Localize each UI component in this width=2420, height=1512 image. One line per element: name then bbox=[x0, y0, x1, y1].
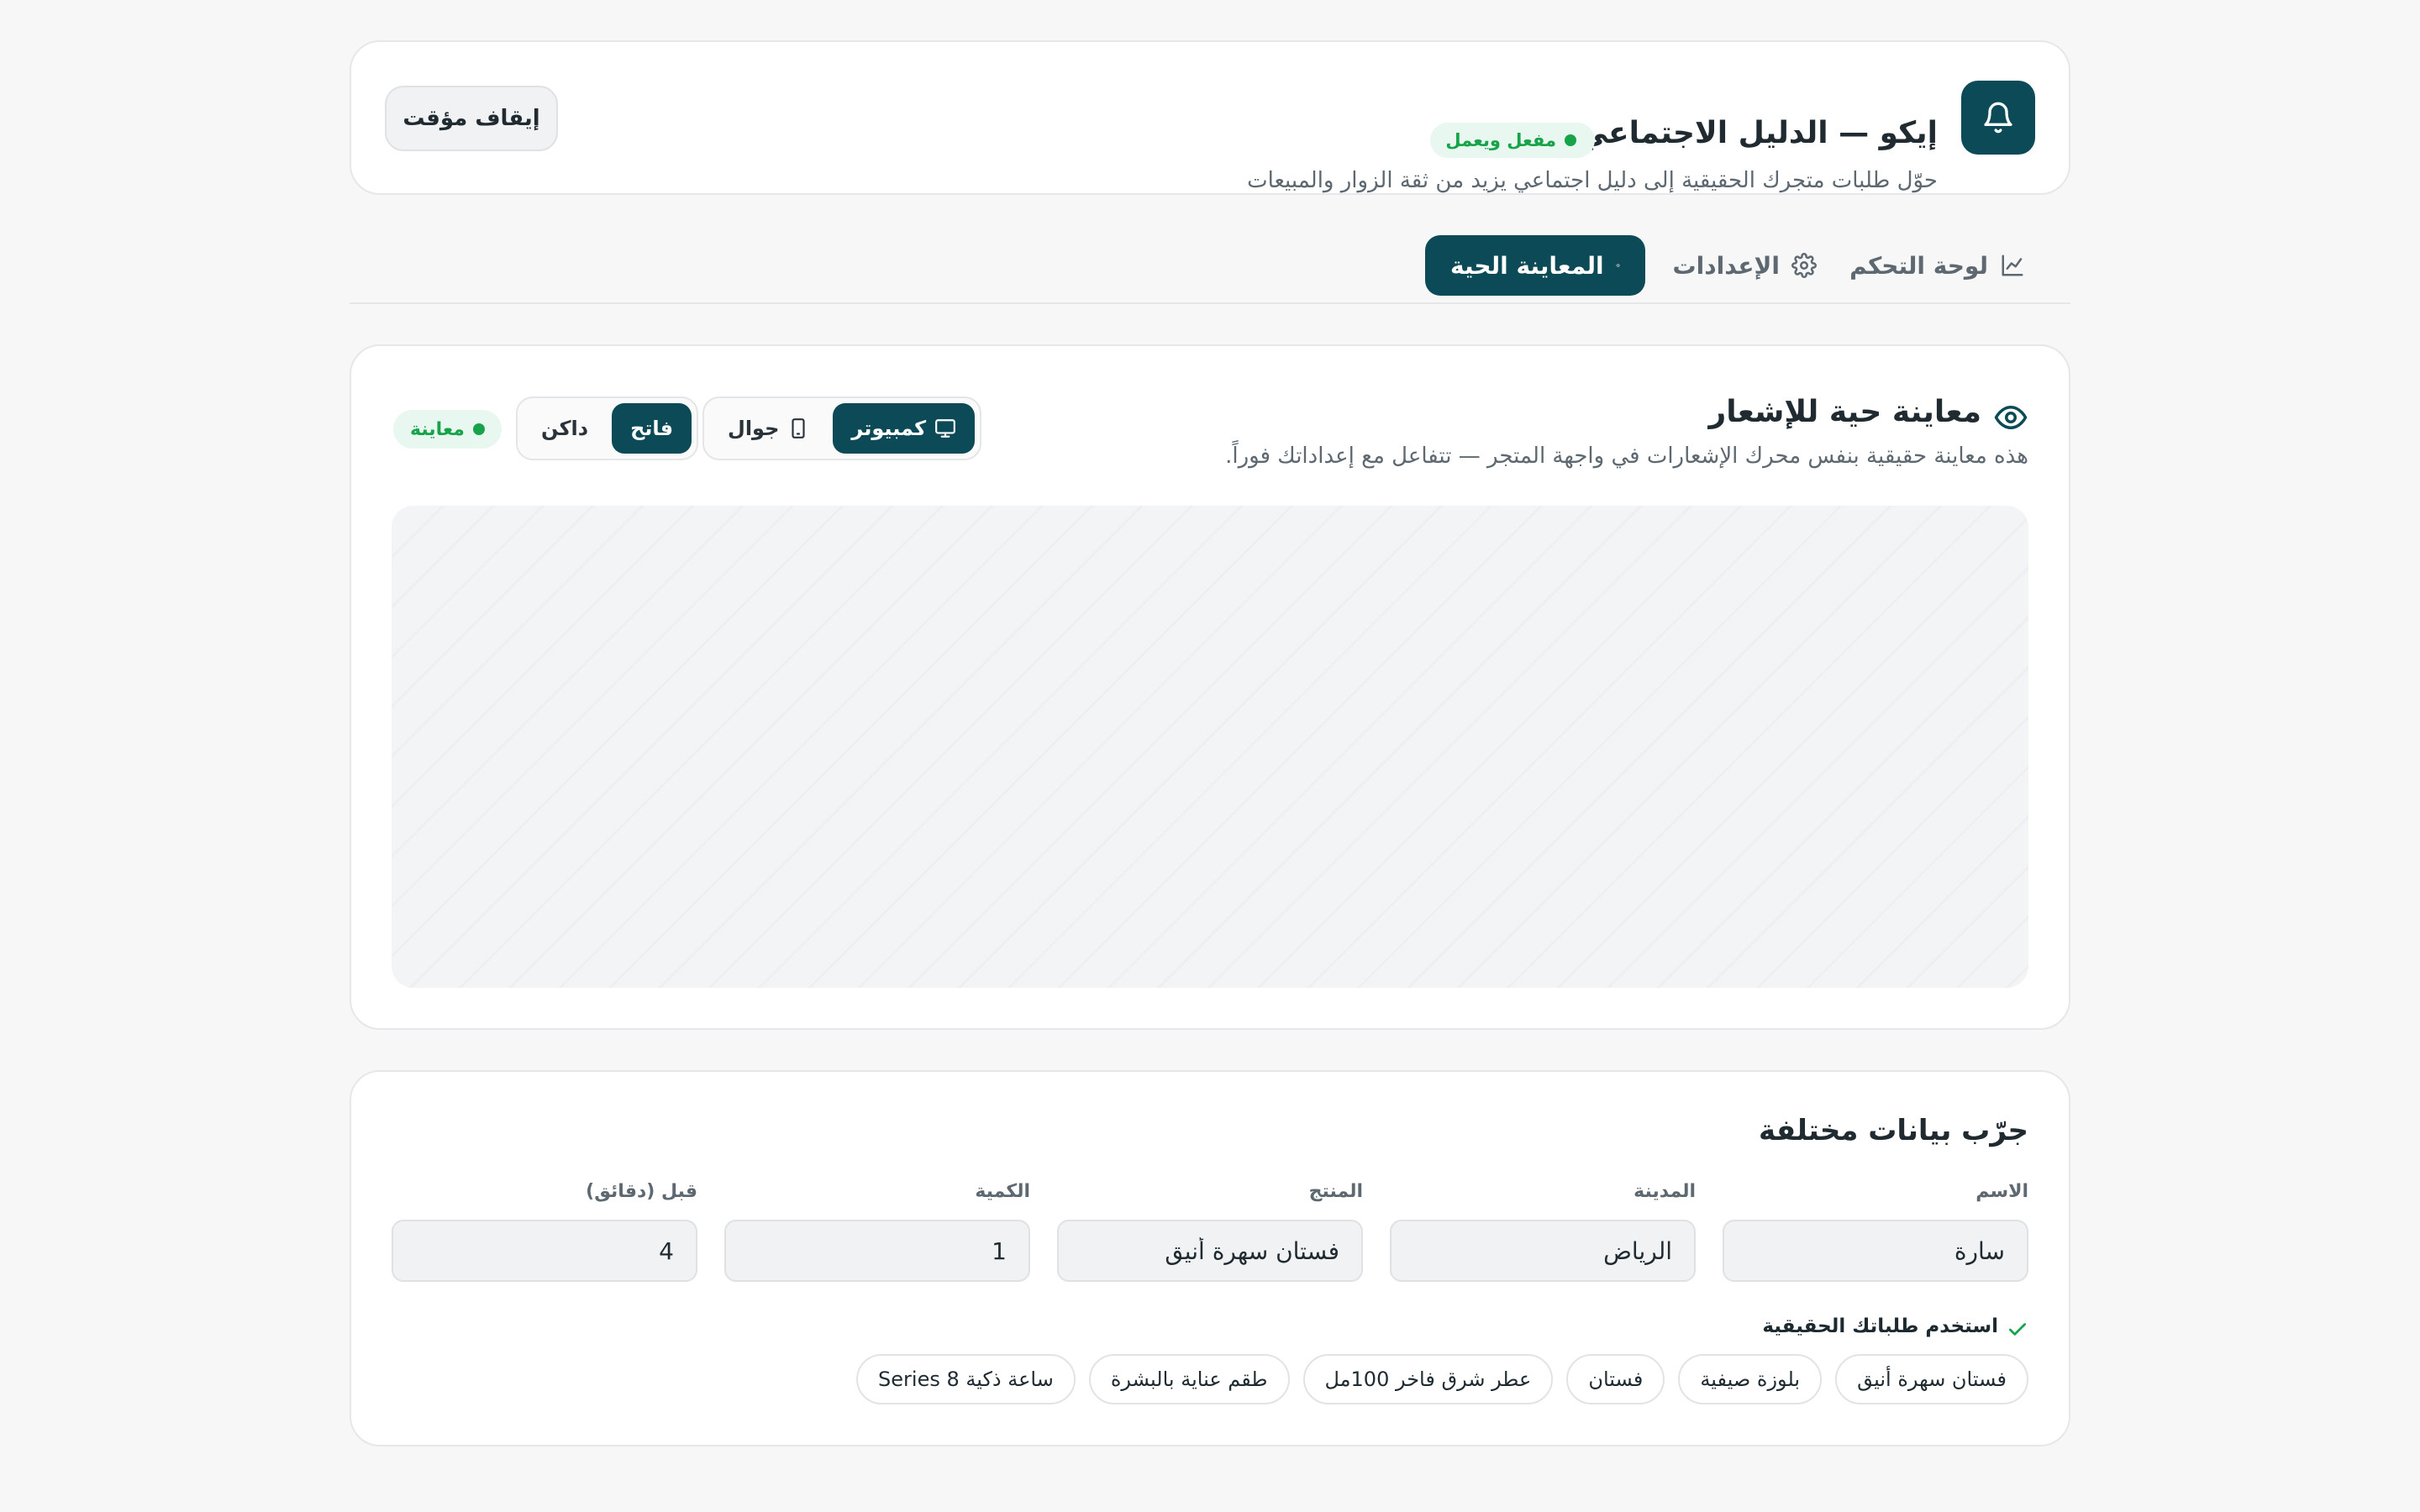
app-subtitle: حوّل طلبات متجرك الحقيقية إلى دليل اجتما… bbox=[1247, 168, 1938, 193]
product-chips: فستان سهرة أنيق بلوزة صيفية فستان عطر شر… bbox=[856, 1354, 2028, 1404]
minutes-ago-input[interactable] bbox=[392, 1220, 697, 1282]
quantity-field-label: الكمية bbox=[975, 1181, 1030, 1202]
product-chip[interactable]: فستان سهرة أنيق bbox=[1835, 1354, 2028, 1404]
quantity-field: الكمية bbox=[724, 1181, 1030, 1282]
tab-live-preview[interactable]: المعاينة الحية bbox=[1425, 235, 1645, 296]
preview-badge-label: معاينة bbox=[410, 418, 465, 440]
product-chip[interactable]: بلوزة صيفية bbox=[1678, 1354, 1823, 1404]
product-field-label: المنتج bbox=[1308, 1181, 1363, 1202]
product-chip[interactable]: طقم عناية بالبشرة bbox=[1088, 1354, 1290, 1404]
product-chip[interactable]: ساعة ذكية Series 8 bbox=[856, 1354, 1076, 1404]
preview-subtitle: هذه معاينة حقيقية بنفس محرك الإشعارات في… bbox=[1225, 444, 2028, 469]
eye-icon bbox=[1994, 406, 2028, 429]
tab-dashboard[interactable]: لوحة التحكم bbox=[1849, 235, 2025, 296]
dark-theme-button[interactable]: داكن bbox=[523, 403, 607, 454]
sample-data-card: جرّب بيانات مختلفة الاسم المدينة المنتج … bbox=[350, 1070, 2070, 1446]
city-field: المدينة bbox=[1390, 1181, 1696, 1282]
gear-icon bbox=[1791, 253, 1817, 278]
name-input[interactable] bbox=[1723, 1220, 2028, 1282]
use-real-orders-toggle[interactable]: استخدم طلباتك الحقيقية bbox=[1762, 1315, 1998, 1337]
theme-toggle: فاتح داكن bbox=[516, 396, 699, 460]
app-title: إيكو — الدليل الاجتماعي bbox=[1577, 116, 1938, 150]
product-field: المنتج bbox=[1057, 1181, 1363, 1282]
minutes-ago-field: قبل (دقائق) bbox=[392, 1181, 697, 1282]
pause-button[interactable]: إيقاف مؤقت bbox=[385, 86, 558, 151]
sample-title: جرّب بيانات مختلفة bbox=[1758, 1114, 2028, 1147]
desktop-button-label: كمبيوتر bbox=[851, 417, 927, 440]
desktop-button[interactable]: كمبيوتر bbox=[833, 403, 976, 454]
name-field: الاسم bbox=[1723, 1181, 2028, 1282]
live-preview-card: معاينة حية للإشعار هذه معاينة حقيقية بنف… bbox=[350, 344, 2070, 1030]
smartphone-icon bbox=[792, 418, 805, 438]
preview-canvas bbox=[392, 506, 2028, 988]
tab-settings-label: الإعدادات bbox=[1672, 251, 1780, 280]
monitor-icon bbox=[935, 419, 955, 438]
eye-icon bbox=[1615, 264, 1620, 267]
quantity-input[interactable] bbox=[724, 1220, 1030, 1282]
preview-badge: معاينة bbox=[393, 410, 502, 449]
tab-settings[interactable]: الإعدادات bbox=[1673, 235, 1817, 296]
bell-icon bbox=[1961, 81, 2035, 155]
mobile-button-label: جوال bbox=[728, 417, 780, 440]
status-badge: مفعل ويعمل bbox=[1430, 123, 1595, 158]
chart-line-icon bbox=[2002, 255, 2023, 276]
device-toggle: كمبيوتر جوال bbox=[702, 396, 982, 460]
status-dot bbox=[1565, 134, 1576, 146]
status-badge-label: مفعل ويعمل bbox=[1445, 130, 1556, 150]
check-icon bbox=[2008, 1323, 2027, 1336]
header-card: إيكو — الدليل الاجتماعي مفعل ويعمل حوّل … bbox=[350, 40, 2070, 195]
tab-dashboard-label: لوحة التحكم bbox=[1849, 251, 1988, 280]
tab-bar: لوحة التحكم الإعدادات المعاينة الحية bbox=[350, 234, 2070, 304]
minutes-ago-field-label: قبل (دقائق) bbox=[586, 1181, 697, 1202]
light-theme-button[interactable]: فاتح bbox=[612, 403, 692, 454]
city-input[interactable] bbox=[1390, 1220, 1696, 1282]
tab-live-preview-label: المعاينة الحية bbox=[1450, 251, 1604, 280]
product-input[interactable] bbox=[1057, 1220, 1363, 1282]
preview-dot bbox=[472, 423, 485, 435]
city-field-label: المدينة bbox=[1634, 1181, 1696, 1202]
product-chip[interactable]: عطر شرق فاخر 100مل bbox=[1302, 1354, 1554, 1404]
preview-title: معاينة حية للإشعار bbox=[1708, 395, 1981, 429]
product-chip[interactable]: فستان bbox=[1566, 1354, 1665, 1404]
name-field-label: الاسم bbox=[1975, 1181, 2028, 1202]
mobile-button[interactable]: جوال bbox=[709, 403, 828, 454]
